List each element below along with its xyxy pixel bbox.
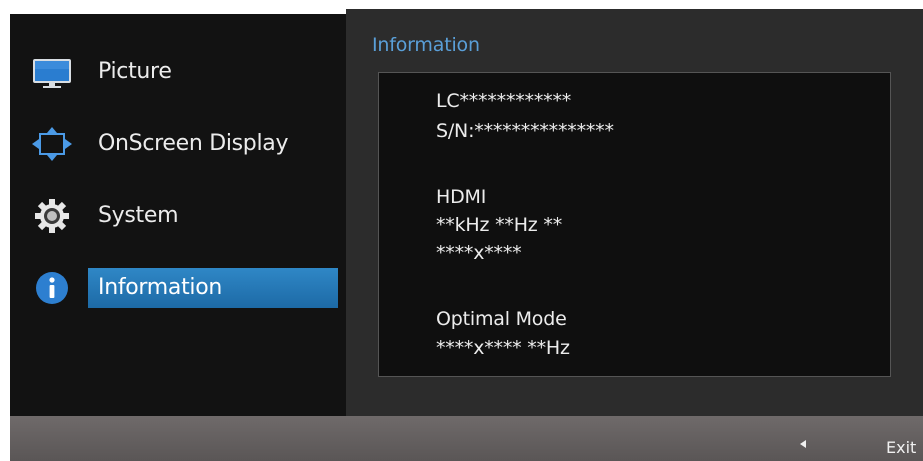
bottom-bar (10, 416, 923, 461)
menu-item-information[interactable]: Information (0, 266, 338, 310)
monitor-icon (30, 54, 74, 90)
frequency-readout: **kHz **Hz ** (436, 214, 563, 236)
serial-number: S/N:*************** (436, 120, 614, 142)
menu-item-label: System (98, 203, 179, 228)
menu-item-label: Information (88, 268, 338, 308)
info-icon (30, 270, 74, 306)
resolution-readout: ****x**** (436, 242, 522, 264)
exit-button[interactable]: Exit (886, 438, 916, 457)
optimal-mode-value: ****x**** **Hz (436, 337, 570, 359)
osd-arrows-icon (30, 126, 74, 162)
menu-item-system[interactable]: System (0, 194, 338, 238)
optimal-mode-label: Optimal Mode (436, 308, 567, 330)
panel-title: Information (372, 34, 480, 56)
left-arrow-icon[interactable] (800, 440, 806, 448)
menu-item-label: OnScreen Display (98, 131, 289, 156)
model-name: LC************ (436, 90, 572, 112)
menu-item-picture[interactable]: Picture (0, 50, 338, 94)
input-source: HDMI (436, 186, 487, 208)
gear-icon (30, 198, 74, 234)
menu-item-onscreen-display[interactable]: OnScreen Display (0, 122, 338, 166)
menu-item-label: Picture (98, 59, 172, 84)
